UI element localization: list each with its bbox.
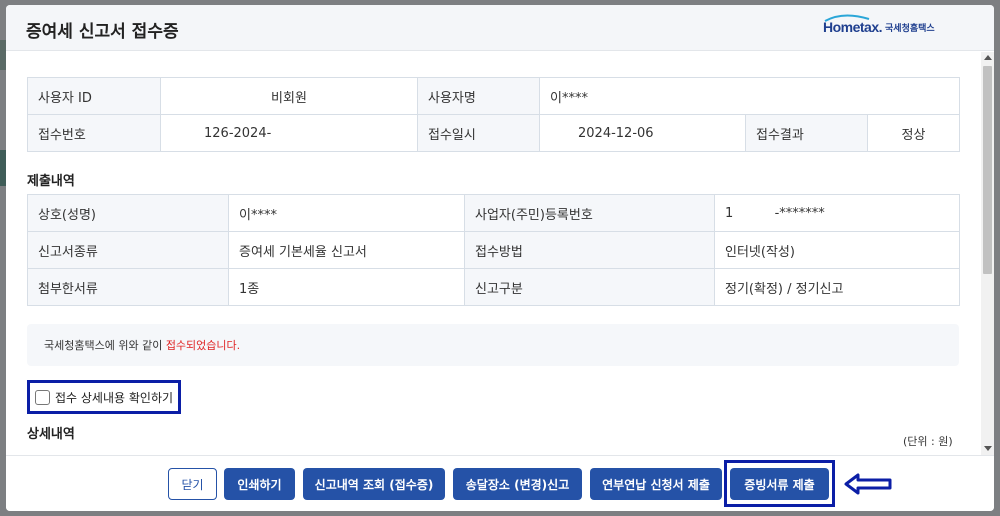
receipt-method-label: 접수방법: [464, 231, 715, 269]
filing-category-value: 정기(확정) / 정기신고: [714, 268, 960, 306]
user-id-value: 비회원: [160, 77, 418, 115]
return-type-value: 증여세 기본세율 신고서: [228, 231, 465, 269]
unit-label: (단위 : 원): [903, 435, 953, 448]
modal-header: 증여세 신고서 접수증 Hometax. 국세청홈택스: [6, 5, 994, 51]
installment-request-button[interactable]: 연부연납 신청서 제출: [590, 468, 722, 500]
table-row: 사용자 ID 비회원 사용자명 이****: [27, 77, 961, 115]
receipt-no-label: 접수번호: [27, 114, 161, 152]
receipt-modal: 증여세 신고서 접수증 Hometax. 국세청홈택스 사용자 ID 비회원 사…: [6, 5, 994, 511]
scroll-thumb[interactable]: [983, 66, 992, 274]
left-arrow-icon: [844, 473, 892, 495]
history-inquiry-button[interactable]: 신고내역 조회 (접수증): [303, 468, 445, 500]
receipt-result-label: 접수결과: [745, 114, 868, 152]
user-name-value: 이****: [538, 77, 961, 115]
logo-swoosh-icon: [824, 14, 870, 22]
notice-highlight: 접수되었습니다.: [165, 339, 241, 352]
modal-title: 증여세 신고서 접수증: [26, 22, 179, 42]
detail-checkbox-row[interactable]: 접수 상세내용 확인하기: [27, 380, 181, 414]
receipt-no-value: 126-2024-: [160, 114, 418, 152]
submission-section-title: 제출내역: [27, 174, 75, 189]
scroll-down-icon[interactable]: [984, 446, 992, 451]
registration-no-value: 1 -*******: [714, 194, 960, 232]
receipt-method-value: 인터넷(작성): [714, 231, 960, 269]
table-row: 상호(성명) 이**** 사업자(주민)등록번호 1 -*******: [27, 194, 960, 232]
attached-docs-value: 1종: [228, 268, 465, 306]
user-name-label: 사용자명: [417, 77, 540, 115]
filing-category-label: 신고구분: [464, 268, 715, 306]
receipt-info-table: 사용자 ID 비회원 사용자명 이**** 접수번호 126-2024- 접수일…: [27, 77, 961, 152]
attached-docs-label: 첨부한서류: [27, 268, 229, 306]
hometax-logo: Hometax. 국세청홈택스: [823, 14, 935, 35]
evidence-button-highlight: [724, 460, 835, 507]
table-row: 접수번호 126-2024- 접수일시 2024-12-06 접수결과 정상: [27, 114, 961, 152]
table-row: 신고서종류 증여세 기본세율 신고서 접수방법 인터넷(작성): [27, 231, 960, 269]
receipt-date-value: 2024-12-06: [539, 114, 746, 152]
table-row: 첨부한서류 1종 신고구분 정기(확정) / 정기신고: [27, 268, 960, 306]
notice-text: 국세청홈택스에 위와 같이: [44, 339, 166, 352]
modal-scrollbar[interactable]: [981, 52, 994, 455]
modal-body: 사용자 ID 비회원 사용자명 이**** 접수번호 126-2024- 접수일…: [6, 52, 980, 454]
registration-no-label: 사업자(주민)등록번호: [464, 194, 715, 232]
scroll-up-icon[interactable]: [984, 55, 992, 60]
business-name-value: 이****: [228, 194, 465, 232]
print-button[interactable]: 인쇄하기: [224, 468, 295, 500]
address-change-button[interactable]: 송달장소 (변경)신고: [453, 468, 582, 500]
detail-section-title: 상세내역: [27, 427, 75, 442]
business-name-label: 상호(성명): [27, 194, 229, 232]
detail-checkbox-label: 접수 상세내용 확인하기: [55, 390, 174, 405]
detail-checkbox[interactable]: [35, 389, 50, 405]
close-button[interactable]: 닫기: [168, 468, 217, 500]
receipt-result-value: 정상: [866, 114, 961, 152]
receipt-notice: 국세청홈택스에 위와 같이 접수되었습니다.: [27, 324, 959, 366]
receipt-date-label: 접수일시: [417, 114, 540, 152]
submission-table: 상호(성명) 이**** 사업자(주민)등록번호 1 -******* 신고서종…: [27, 194, 960, 306]
logo-sub-text: 국세청홈택스: [885, 23, 935, 34]
return-type-label: 신고서종류: [27, 231, 229, 269]
user-id-label: 사용자 ID: [27, 77, 161, 115]
